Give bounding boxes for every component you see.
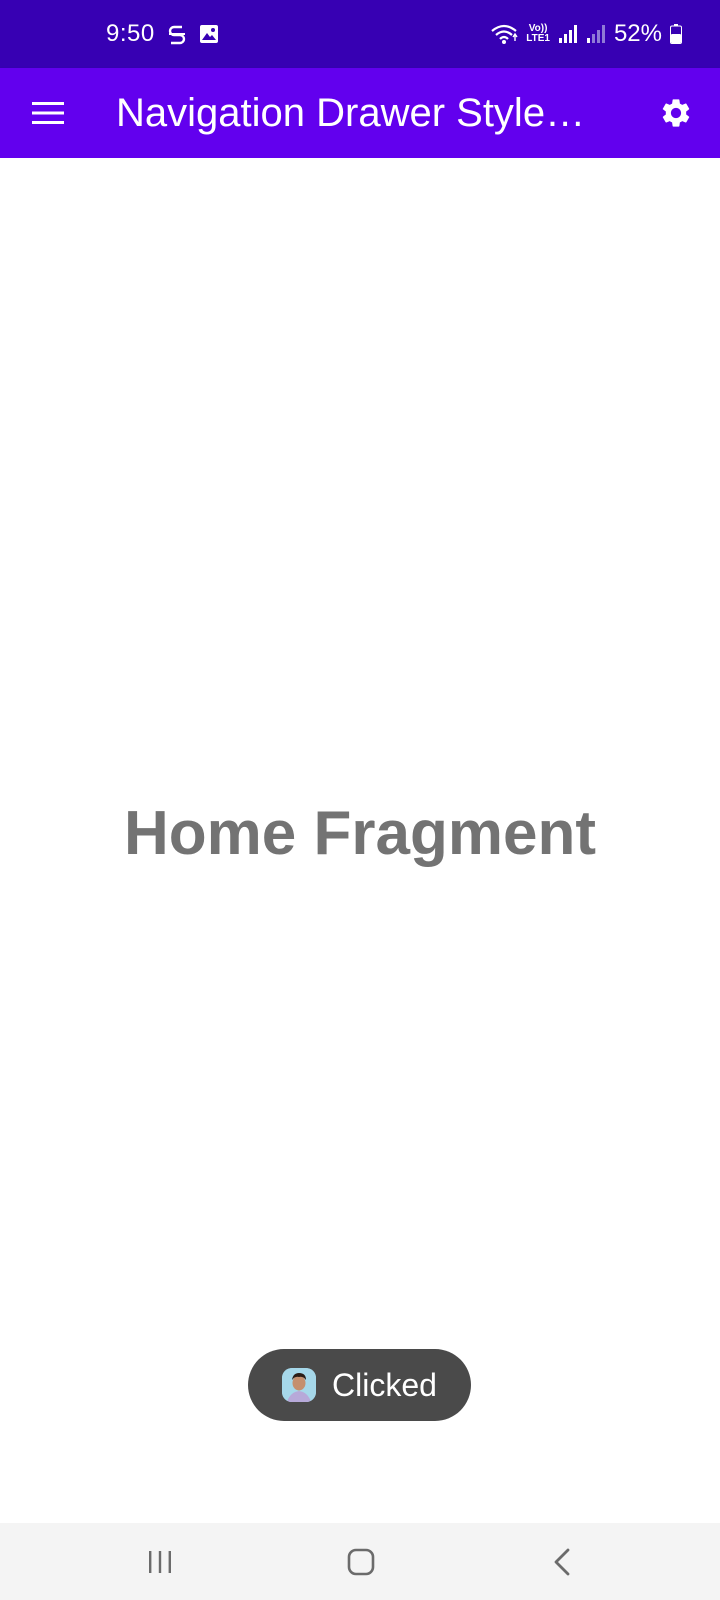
- settings-button[interactable]: [648, 85, 704, 141]
- fragment-label: Home Fragment: [124, 799, 596, 868]
- sync-s-icon: [167, 23, 187, 45]
- toast-message: Clicked: [248, 1349, 471, 1421]
- signal-weak-icon: [586, 24, 606, 44]
- wifi-icon: [490, 23, 518, 45]
- status-time: 9:50: [106, 20, 155, 47]
- recents-button[interactable]: [120, 1523, 200, 1600]
- battery-icon: [670, 24, 682, 44]
- hamburger-menu-icon: [32, 102, 64, 124]
- volte-icon: Vo)) LTE1: [526, 24, 550, 44]
- app-avatar-icon: [282, 1368, 316, 1402]
- status-bar: 9:50 Vo)) LTE1 52%: [0, 0, 720, 68]
- back-icon: [554, 1548, 570, 1575]
- image-icon: [199, 24, 219, 44]
- app-toolbar: Navigation Drawer Style…: [0, 68, 720, 158]
- system-nav-bar: [0, 1523, 720, 1600]
- status-left: 9:50: [106, 0, 219, 68]
- battery-percent: 52%: [613, 20, 662, 47]
- back-button[interactable]: [522, 1523, 602, 1600]
- home-button[interactable]: [321, 1523, 401, 1600]
- toolbar-title: Navigation Drawer Style…: [116, 91, 586, 135]
- signal-icon: [558, 24, 578, 44]
- toast-text: Clicked: [332, 1366, 437, 1403]
- volte-bottom-label: LTE1: [526, 33, 550, 44]
- home-icon: [347, 1548, 375, 1575]
- menu-button[interactable]: [20, 85, 76, 141]
- status-right: Vo)) LTE1 52%: [490, 0, 682, 68]
- recents-icon: [149, 1550, 171, 1573]
- gear-icon: [662, 99, 690, 127]
- home-fragment-container: Home Fragment: [0, 158, 720, 1523]
- app-screen: 9:50 Vo)) LTE1 52% Navigation Drawer Sty…: [0, 0, 720, 1600]
